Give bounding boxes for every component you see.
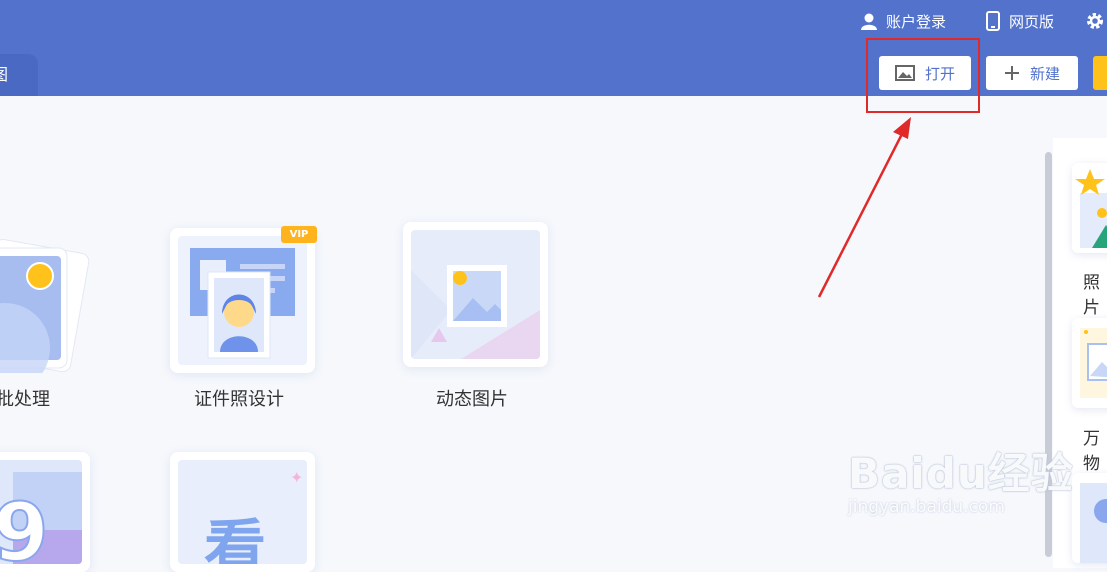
side-label-all: 万物: [1083, 429, 1100, 474]
web-version-link[interactable]: 网页版: [985, 8, 1054, 34]
tab-partial[interactable]: 图: [0, 54, 38, 96]
login-label: 账户登录: [886, 12, 947, 31]
feature-card-row2-1[interactable]: 9: [0, 452, 90, 572]
side-item-photo[interactable]: [1072, 163, 1107, 253]
settings-button[interactable]: [1085, 8, 1105, 34]
card-inner: [178, 236, 307, 365]
watermark-main: Baidu经验: [848, 449, 1074, 498]
portrait-icon: [1080, 483, 1107, 563]
gif-image-icon: [411, 265, 540, 359]
star-photo-icon: [1075, 169, 1107, 248]
login-link[interactable]: 账户登录: [860, 8, 946, 34]
feature-label-gif: 动态图片: [436, 389, 508, 410]
highlight-box: [866, 38, 980, 113]
feature-label-batch: 批处理: [0, 389, 50, 410]
feature-label-id-photo: 证件照设计: [194, 389, 284, 410]
side-item-3[interactable]: [1072, 473, 1107, 563]
feature-card-row2-2[interactable]: 看 ✦: [170, 452, 315, 572]
new-label: 新建: [1029, 64, 1060, 83]
user-icon: [861, 13, 877, 30]
new-button[interactable]: 新建: [986, 56, 1078, 90]
phone-icon: [986, 11, 1000, 31]
vip-button[interactable]: [1093, 56, 1107, 90]
id-photo-icon: [190, 248, 295, 359]
tab-label: 图: [0, 65, 8, 84]
plus-icon: [1004, 66, 1019, 80]
gear-icon: [1087, 13, 1103, 29]
frame-icon: [1080, 328, 1107, 398]
feature-card-id-photo[interactable]: [170, 228, 315, 373]
sparkle-icon: ✦: [290, 468, 304, 487]
side-item-all[interactable]: [1072, 318, 1107, 408]
collage-icon: 9: [0, 472, 82, 564]
feature-card-batch[interactable]: [0, 228, 90, 373]
vip-badge: VIP: [281, 226, 317, 243]
card-inner: 看 ✦: [178, 460, 307, 564]
card-inner: 9: [0, 460, 82, 564]
card-inner: [411, 230, 540, 359]
web-version-label: 网页版: [1009, 12, 1055, 31]
card-glyph: 看: [204, 512, 267, 564]
side-label-photo: 照片: [1083, 273, 1100, 318]
photos-stack-icon: [0, 239, 90, 373]
baidu-watermark: Baidu经验 jingyan.baidu.com: [848, 440, 1074, 517]
feature-card-gif[interactable]: [403, 222, 548, 367]
svg-text:9: 9: [0, 486, 49, 564]
